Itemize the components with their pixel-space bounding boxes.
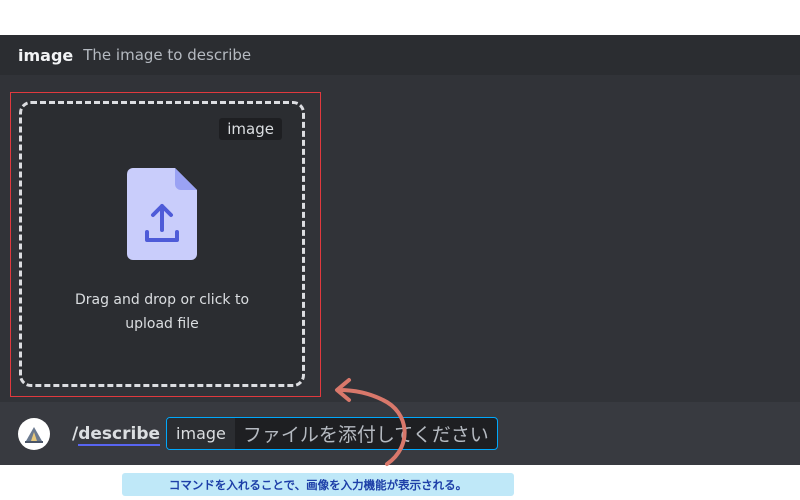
file-dropzone[interactable]: image Drag and drop or click to upload f… (19, 101, 305, 387)
dropzone-instructions: Drag and drop or click to upload file (22, 288, 302, 336)
dropzone-tag: image (219, 118, 282, 140)
option-name: image (18, 45, 74, 65)
option-description: The image to describe (83, 46, 252, 64)
command-name: describe (78, 423, 161, 446)
dropzone-line1: Drag and drop or click to (74, 292, 250, 308)
file-upload-icon (127, 168, 197, 260)
dropzone-line2: upload file (125, 316, 199, 332)
annotation-arrow-icon (335, 378, 407, 466)
annotation-caption: コマンドを入れることで、画像を入力機能が表示される。 (122, 473, 514, 496)
slash-command[interactable]: /describe (72, 423, 161, 446)
bot-avatar-icon (18, 417, 50, 450)
option-header: image The image to describe (0, 35, 800, 75)
parameter-name: image (167, 418, 235, 449)
